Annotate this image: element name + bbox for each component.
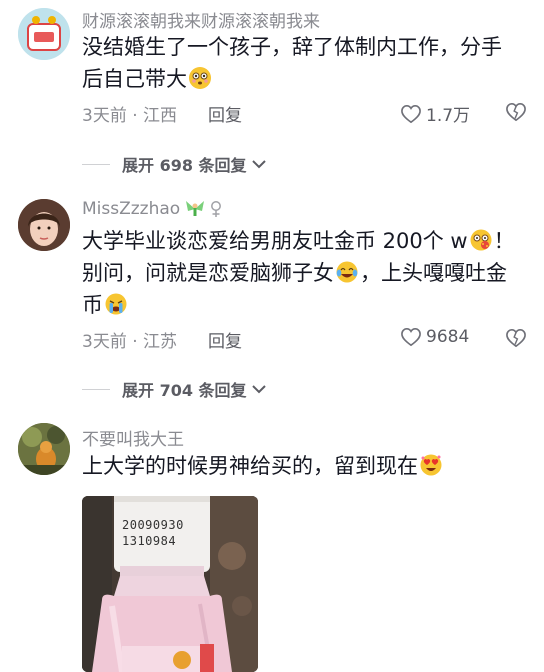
crying-face-emoji bbox=[105, 293, 127, 315]
username[interactable]: 财源滚滚朝我来财源滚滚朝我来 bbox=[82, 7, 320, 32]
broken-heart-icon bbox=[506, 328, 526, 348]
comment-text-segment: 上大学的时候男神给买的，留到现在 bbox=[82, 454, 418, 478]
comment-text-line: 别问，问就是恋爱脑狮子女 ，上头嘎嘎吐金 bbox=[82, 257, 522, 289]
comment-text: 大学毕业谈恋爱给男朋友吐金币 200个 w ！ 别问，问就是恋爱脑狮子女 ，上头… bbox=[82, 225, 522, 321]
broken-heart-icon bbox=[506, 102, 526, 122]
expand-replies[interactable]: 展开 698 条回复 bbox=[82, 152, 267, 176]
username[interactable]: MissZzzhao bbox=[82, 199, 222, 219]
avatar[interactable] bbox=[18, 423, 70, 475]
flushed-face-emoji bbox=[189, 67, 211, 89]
female-sign-icon bbox=[211, 201, 222, 217]
comment-text-line: 没结婚生了一个孩子，辞了体制内工作，分手 bbox=[82, 35, 502, 59]
divider bbox=[82, 388, 110, 390]
comment-text-line: 币 bbox=[82, 289, 522, 321]
comment-text-segment: ！ bbox=[493, 229, 515, 253]
comment-text-line: 后自己带大 bbox=[82, 63, 522, 95]
reply-button[interactable]: 回复 bbox=[208, 101, 242, 126]
comment-photo[interactable]: 20090930 1310984 bbox=[82, 496, 258, 672]
date-print-1: 20090930 bbox=[122, 518, 184, 532]
time-location: 3天前 · 江西 bbox=[82, 106, 178, 126]
time-location: 3天前 · 江苏 bbox=[82, 332, 178, 352]
comment-text-segment: 大学毕业谈恋爱给男朋友吐金币 200个 w bbox=[82, 229, 468, 253]
username[interactable]: 不要叫我大王 bbox=[82, 425, 184, 450]
like-button[interactable]: 9684 bbox=[400, 327, 469, 347]
avatar[interactable] bbox=[18, 8, 70, 60]
laughing-crying-emoji bbox=[336, 261, 358, 283]
date-print-2: 1310984 bbox=[122, 534, 177, 548]
username-text: MissZzzhao bbox=[82, 199, 181, 219]
comment-text: 上大学的时候男神给买的，留到现在 bbox=[82, 450, 522, 482]
expand-replies-label: 展开 704 条回复 bbox=[122, 381, 247, 400]
comment-text-segment: 后自己带大 bbox=[82, 67, 187, 91]
comment-text: 没结婚生了一个孩子，辞了体制内工作，分手 后自己带大 bbox=[82, 31, 522, 95]
avatar[interactable] bbox=[18, 199, 70, 251]
heart-eyes-emoji bbox=[420, 454, 442, 476]
expand-replies-label: 展开 698 条回复 bbox=[122, 156, 247, 175]
comment-text-segment: ，上头嘎嘎吐金 bbox=[360, 261, 507, 285]
reply-button[interactable]: 回复 bbox=[208, 327, 242, 352]
comment-text-line: 大学毕业谈恋爱给男朋友吐金币 200个 w ！ bbox=[82, 225, 522, 257]
like-count: 9684 bbox=[426, 327, 470, 347]
chevron-down-icon bbox=[251, 385, 266, 394]
chevron-down-icon bbox=[251, 160, 266, 169]
comment-text-segment: 币 bbox=[82, 293, 103, 317]
comment-text-line: 上大学的时候男神给买的，留到现在 bbox=[82, 450, 522, 482]
heart-icon bbox=[401, 104, 421, 123]
like-button[interactable]: 1.7万 bbox=[400, 101, 470, 126]
divider bbox=[82, 163, 110, 165]
like-count: 1.7万 bbox=[426, 106, 471, 126]
expand-replies[interactable]: 展开 704 条回复 bbox=[82, 377, 267, 401]
dislike-button[interactable] bbox=[505, 328, 527, 352]
fairy-emoji bbox=[186, 201, 205, 216]
dislike-button[interactable] bbox=[505, 102, 527, 126]
heart-icon bbox=[401, 327, 421, 347]
dizzy-face-emoji bbox=[470, 229, 492, 251]
comment-text-segment: 别问，问就是恋爱脑狮子女 bbox=[82, 261, 334, 285]
